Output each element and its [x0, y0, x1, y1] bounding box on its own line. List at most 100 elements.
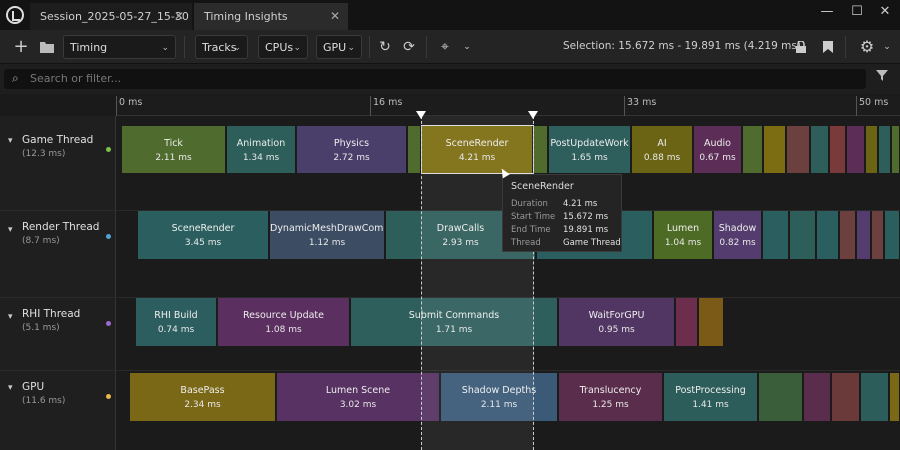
- target-icon[interactable]: ⌖: [434, 35, 456, 59]
- timing-event[interactable]: BasePass 2.34 ms: [130, 373, 276, 421]
- timing-event[interactable]: [759, 373, 803, 421]
- timing-event[interactable]: SceneRender 3.45 ms: [138, 211, 269, 259]
- cpus-dropdown-label: CPUs: [265, 41, 294, 54]
- timing-event[interactable]: Lumen Scene 3.02 ms: [277, 373, 440, 421]
- timing-event[interactable]: [408, 126, 421, 173]
- close-icon[interactable]: ✕: [174, 3, 184, 30]
- chevron-down-icon[interactable]: ▾: [8, 383, 13, 393]
- timing-event[interactable]: [534, 126, 548, 173]
- divider: [184, 36, 185, 58]
- search-input[interactable]: ⌕ Search or filter...: [4, 69, 866, 89]
- tab-session[interactable]: Session_2025-05-27_15-30 ✕: [30, 3, 192, 30]
- title-bar: Session_2025-05-27_15-30 ✕ Timing Insigh…: [0, 0, 900, 30]
- maximize-button[interactable]: ☐: [842, 0, 872, 28]
- time-ruler[interactable]: 0 ms 16 ms 33 ms 50 ms: [116, 96, 900, 116]
- thread-header-rhi[interactable]: ▾ RHI Thread (5.1 ms): [0, 298, 116, 370]
- timing-event[interactable]: [676, 298, 698, 346]
- timing-event[interactable]: [857, 211, 871, 259]
- add-icon[interactable]: +: [10, 35, 32, 59]
- tooltip-value: 4.21 ms: [563, 199, 598, 209]
- thread-duration: (8.7 ms): [22, 236, 60, 246]
- timing-event[interactable]: [840, 211, 856, 259]
- timing-event[interactable]: Physics 2.72 ms: [297, 126, 407, 173]
- selection-end-marker[interactable]: [528, 111, 538, 119]
- timing-event[interactable]: Animation 1.34 ms: [227, 126, 296, 173]
- timing-event[interactable]: [763, 211, 789, 259]
- timing-event[interactable]: [872, 211, 884, 259]
- thread-color-dot: [106, 394, 111, 399]
- divider: [369, 36, 370, 58]
- timing-event[interactable]: [764, 126, 786, 173]
- timing-event[interactable]: DynamicMeshDrawCommand1.12 ms: [270, 211, 385, 259]
- thread-header-gpu[interactable]: ▾ GPU (11.6 ms): [0, 371, 116, 450]
- timing-event[interactable]: PostProcessing 1.41 ms: [664, 373, 758, 421]
- filter-icon[interactable]: [876, 70, 888, 84]
- gpu-dropdown[interactable]: GPU ⌄: [316, 35, 362, 59]
- timing-event[interactable]: [743, 126, 763, 173]
- thread-color-dot: [106, 147, 111, 152]
- chevron-down-icon[interactable]: ▾: [8, 136, 13, 146]
- timing-event[interactable]: AI 0.88 ms: [632, 126, 693, 173]
- thread-header-render[interactable]: ▾ Render Thread (8.7 ms): [0, 211, 116, 297]
- ruler-tick-label: 0 ms: [116, 96, 142, 116]
- timing-event[interactable]: [879, 126, 891, 173]
- ruler-tick-label: 16 ms: [370, 96, 402, 116]
- timing-event[interactable]: [832, 373, 860, 421]
- timing-event[interactable]: [804, 373, 831, 421]
- timing-event[interactable]: Tick 2.11 ms: [122, 126, 226, 173]
- timing-event[interactable]: [787, 126, 810, 173]
- thread-header-game[interactable]: ▾ Game Thread (12.3 ms): [0, 116, 116, 210]
- timing-event[interactable]: WaitForGPU 0.95 ms: [559, 298, 675, 346]
- timing-event[interactable]: Translucency 1.25 ms: [559, 373, 663, 421]
- cpus-dropdown[interactable]: CPUs ⌄: [258, 35, 308, 59]
- close-window-button[interactable]: ✕: [870, 0, 900, 28]
- tab-timing-insights[interactable]: Timing Insights ✕: [194, 3, 348, 30]
- selection-range[interactable]: [421, 116, 534, 450]
- timing-event[interactable]: PostUpdateWork 1.65 ms: [549, 126, 631, 173]
- bookmark-icon[interactable]: [817, 35, 839, 59]
- timing-event[interactable]: [790, 211, 816, 259]
- lock-icon[interactable]: [790, 35, 812, 59]
- chevron-down-icon: ⌄: [233, 43, 241, 53]
- thread-name: Render Thread: [22, 221, 100, 233]
- timing-event[interactable]: [866, 126, 878, 173]
- chevron-down-icon: ⌄: [347, 43, 355, 53]
- thread-color-dot: [106, 234, 111, 239]
- timing-event[interactable]: RHI Build 0.74 ms: [136, 298, 217, 346]
- chevron-down-icon[interactable]: ⌄: [456, 35, 478, 59]
- chevron-down-icon[interactable]: ▾: [8, 312, 13, 322]
- timing-event[interactable]: [699, 298, 724, 346]
- search-bar: ⌕ Search or filter...: [0, 64, 900, 94]
- unreal-logo-icon: [6, 6, 24, 24]
- folder-icon[interactable]: [36, 35, 58, 59]
- minimize-button[interactable]: —: [812, 0, 842, 28]
- timing-event[interactable]: [892, 126, 900, 173]
- timing-event[interactable]: Lumen 1.04 ms: [654, 211, 713, 259]
- close-icon[interactable]: ✕: [330, 3, 340, 30]
- timing-event[interactable]: [885, 211, 900, 259]
- tooltip-label: Duration: [511, 199, 548, 209]
- event-tooltip: SceneRender Duration 4.21 ms Start Time …: [502, 174, 622, 252]
- timing-event[interactable]: Audio 0.67 ms: [694, 126, 742, 173]
- gear-icon[interactable]: ⚙: [856, 35, 878, 59]
- timing-event[interactable]: [817, 211, 839, 259]
- chevron-down-icon[interactable]: ⌄: [876, 35, 898, 59]
- timing-event[interactable]: Resource Update 1.08 ms: [218, 298, 350, 346]
- timing-event[interactable]: [811, 126, 829, 173]
- timing-event[interactable]: [890, 373, 900, 421]
- gpu-dropdown-label: GPU: [323, 41, 347, 54]
- timing-event[interactable]: [861, 373, 889, 421]
- refresh-settings-icon[interactable]: ⟳: [398, 35, 420, 59]
- tab-session-label: Session_2025-05-27_15-30: [40, 10, 189, 23]
- chevron-down-icon[interactable]: ▾: [8, 225, 13, 235]
- selection-start-marker[interactable]: [416, 111, 426, 119]
- search-placeholder: Search or filter...: [30, 72, 122, 85]
- ruler-tick-label: 50 ms: [856, 96, 888, 116]
- timing-event[interactable]: Shadow 0.82 ms: [714, 211, 762, 259]
- view-dropdown[interactable]: Timing ⌄: [63, 35, 176, 59]
- thread-duration: (12.3 ms): [22, 149, 66, 159]
- refresh-icon[interactable]: ↻: [374, 35, 396, 59]
- tracks-dropdown[interactable]: Tracks ⌄: [195, 35, 248, 59]
- timing-event[interactable]: [847, 126, 865, 173]
- timing-event[interactable]: [830, 126, 846, 173]
